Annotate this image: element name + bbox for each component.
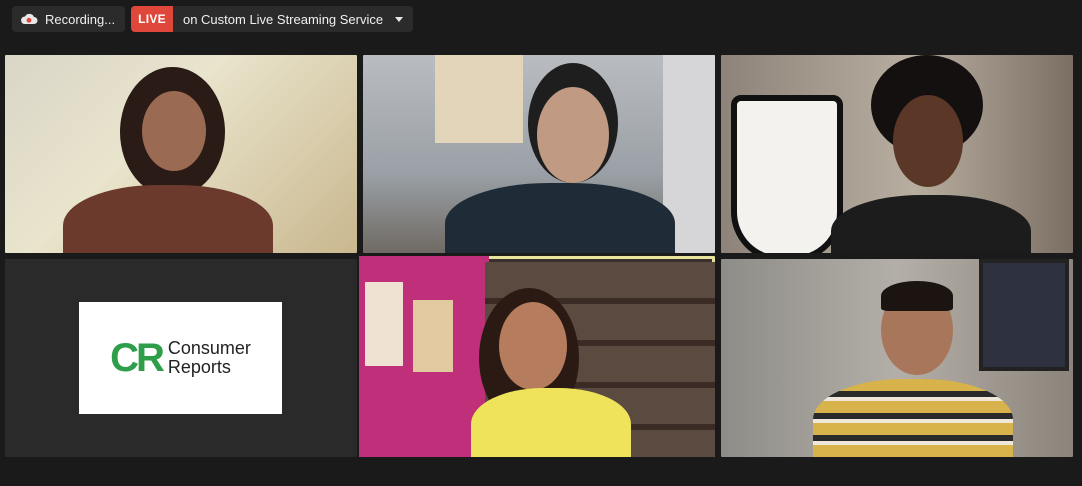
framed-photo [979, 259, 1069, 371]
video-tile-participant-5-active-speaker[interactable] [359, 256, 715, 457]
wall-poster [413, 300, 453, 372]
participant-face [537, 87, 609, 183]
consumer-reports-logo: CR Consumer Reports [79, 302, 282, 414]
wall-painting [435, 55, 523, 143]
live-stream-menu[interactable]: LIVE on Custom Live Streaming Service [131, 6, 414, 32]
cr-logo-mark: CR [110, 336, 165, 380]
video-tile-participant-4[interactable]: CR Consumer Reports [5, 259, 357, 457]
meeting-status-bar: Recording... LIVE on Custom Live Streami… [12, 6, 414, 32]
cr-logo-line1: Consumer [167, 338, 251, 358]
video-tile-participant-2[interactable] [363, 55, 715, 253]
participant-body [471, 388, 631, 457]
cr-logo-text: Consumer Reports [168, 339, 251, 377]
cloud-record-icon [20, 13, 38, 25]
recording-label: Recording... [45, 11, 116, 27]
participant-body [445, 183, 675, 253]
cr-logo-line2: Reports [167, 357, 231, 377]
participant-hair [881, 281, 953, 311]
video-tile-participant-1[interactable] [5, 55, 357, 253]
wall-poster [365, 282, 403, 366]
chevron-down-icon[interactable] [395, 16, 404, 22]
participant-face [893, 95, 963, 187]
participant-face [142, 91, 206, 171]
recording-indicator[interactable]: Recording... [12, 6, 126, 32]
participant-body [831, 195, 1031, 253]
live-destination-label: on Custom Live Streaming Service [182, 11, 384, 27]
video-tile-participant-3[interactable] [721, 55, 1073, 253]
ajl-shield-logo [731, 95, 843, 253]
live-badge: LIVE [131, 6, 173, 32]
participant-face [499, 302, 567, 390]
participant-body [63, 185, 273, 253]
participant-body [813, 379, 1013, 457]
video-tile-participant-6[interactable] [721, 259, 1073, 457]
